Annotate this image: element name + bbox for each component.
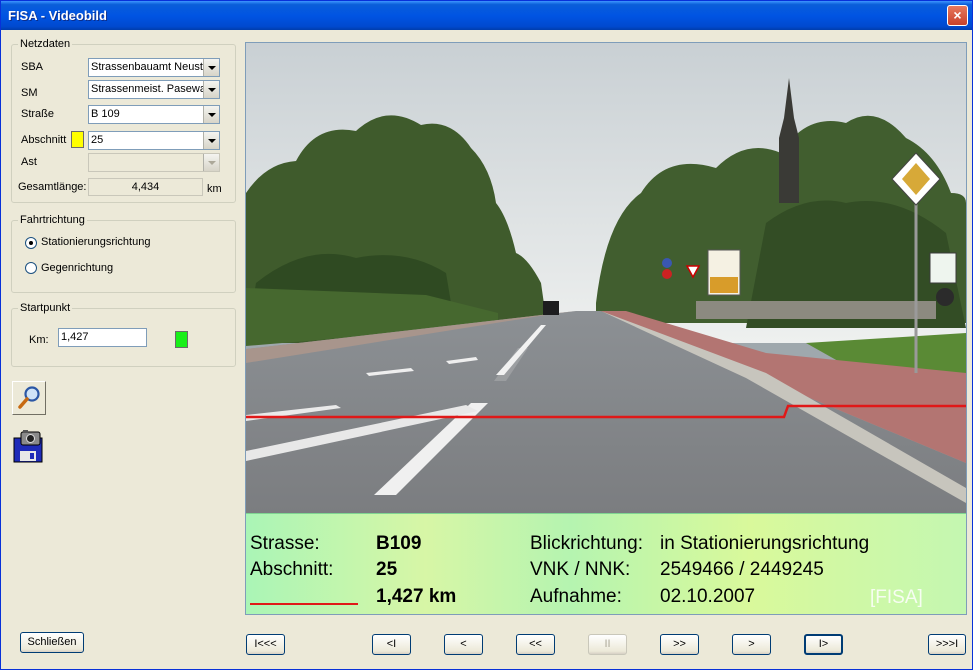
ast-label: Ast bbox=[21, 156, 37, 168]
window-title: FISA - Videobild bbox=[8, 8, 107, 23]
title-bar[interactable]: FISA - Videobild × bbox=[1, 1, 972, 30]
nav-next-frame-button[interactable]: I> bbox=[804, 634, 843, 655]
abschnitt-label: Abschnitt bbox=[21, 134, 67, 146]
radio-stationierungsrichtung[interactable] bbox=[25, 237, 37, 249]
abschnitt-color-swatch bbox=[71, 131, 84, 148]
gesamtlaenge-label: Gesamtlänge: bbox=[18, 181, 87, 193]
ast-select bbox=[88, 153, 220, 172]
ov-watermark: [FISA] bbox=[870, 587, 923, 608]
km-input[interactable]: 1,427 bbox=[58, 328, 147, 347]
chevron-down-icon[interactable] bbox=[203, 132, 219, 149]
fahrtrichtung-legend: Fahrtrichtung bbox=[18, 214, 87, 226]
abschnitt-value: 25 bbox=[91, 134, 104, 146]
strasse-value: B 109 bbox=[91, 108, 120, 120]
stationierungsrichtung-label[interactable]: Stationierungsrichtung bbox=[41, 236, 150, 248]
nav-next-button[interactable]: > bbox=[732, 634, 771, 655]
ov-km-value: 1,427 km bbox=[376, 586, 457, 607]
ov-strasse-label: Strasse: bbox=[250, 533, 320, 554]
abschnitt-select[interactable]: 25 bbox=[88, 131, 220, 150]
sba-select[interactable]: Strassenbauamt Neustrelitz bbox=[88, 58, 220, 77]
ov-vnk-label: VNK / NNK: bbox=[530, 559, 631, 580]
fisa-videobild-window: FISA - Videobild × Netzdaten SBA Strasse… bbox=[0, 0, 973, 670]
fahrtrichtung-group: Fahrtrichtung Stationierungsrichtung Geg… bbox=[11, 214, 236, 293]
search-tool-button[interactable] bbox=[12, 381, 46, 415]
sm-value: Strassenmeist. Pasewalk bbox=[91, 83, 214, 95]
ov-blick-label: Blickrichtung: bbox=[530, 533, 643, 554]
nav-fast-forward-button[interactable]: >> bbox=[660, 634, 699, 655]
ov-abschnitt-label: Abschnitt: bbox=[250, 559, 334, 580]
nav-first-button[interactable]: I<<< bbox=[246, 634, 285, 655]
ov-blick-value: in Stationierungsrichtung bbox=[660, 533, 870, 554]
chevron-down-icon[interactable] bbox=[203, 81, 219, 98]
start-color-swatch bbox=[175, 331, 188, 348]
strasse-label: Straße bbox=[21, 108, 55, 120]
nav-prev-frame-button[interactable]: <I bbox=[372, 634, 411, 655]
sm-label: SM bbox=[21, 87, 38, 99]
netzdaten-legend: Netzdaten bbox=[18, 38, 73, 50]
ov-vnk-value: 2549466 / 2449245 bbox=[660, 559, 824, 580]
nav-prev-button[interactable]: < bbox=[444, 634, 483, 655]
gegenrichtung-label[interactable]: Gegenrichtung bbox=[41, 262, 113, 274]
ov-abschnitt-value: 25 bbox=[376, 559, 398, 580]
close-window-button[interactable]: × bbox=[947, 5, 968, 26]
save-photo-button[interactable] bbox=[12, 429, 46, 463]
ov-track-line-legend bbox=[250, 603, 358, 605]
startpunkt-group: Startpunkt Km: 1,427 bbox=[11, 302, 236, 367]
nav-last-button[interactable]: >>>I bbox=[928, 634, 966, 655]
chevron-down-icon[interactable] bbox=[203, 106, 219, 123]
sba-label: SBA bbox=[21, 61, 44, 73]
gesamtlaenge-value: 4,434 bbox=[88, 178, 203, 196]
ov-aufnahme-value: 02.10.2007 bbox=[660, 586, 756, 607]
startpunkt-legend: Startpunkt bbox=[18, 302, 73, 314]
nav-rewind-button[interactable]: << bbox=[516, 634, 555, 655]
strasse-select[interactable]: B 109 bbox=[88, 105, 220, 124]
sm-select[interactable]: Strassenmeist. Pasewalk bbox=[88, 80, 220, 99]
magnifier-icon bbox=[18, 386, 40, 409]
gesamtlaenge-unit: km bbox=[207, 183, 222, 195]
chevron-down-icon bbox=[203, 154, 219, 171]
info-overlay: Strasse: B109 Abschnitt: 25 1,427 km Bli… bbox=[246, 513, 966, 614]
video-frame: Strasse: B109 Abschnitt: 25 1,427 km Bli… bbox=[245, 42, 967, 615]
camera-save-icon bbox=[13, 430, 43, 463]
schliessen-button[interactable]: Schließen bbox=[20, 632, 84, 653]
ov-strasse-value: B109 bbox=[376, 533, 422, 554]
radio-gegenrichtung[interactable] bbox=[25, 262, 37, 274]
km-label: Km: bbox=[29, 334, 49, 346]
ov-aufnahme-label: Aufnahme: bbox=[530, 586, 622, 607]
sba-value: Strassenbauamt Neustrelitz bbox=[91, 61, 220, 73]
netzdaten-group: Netzdaten SBA Strassenbauamt Neustrelitz… bbox=[11, 38, 236, 203]
nav-pause-button[interactable]: II bbox=[588, 634, 627, 655]
chevron-down-icon[interactable] bbox=[203, 59, 219, 76]
